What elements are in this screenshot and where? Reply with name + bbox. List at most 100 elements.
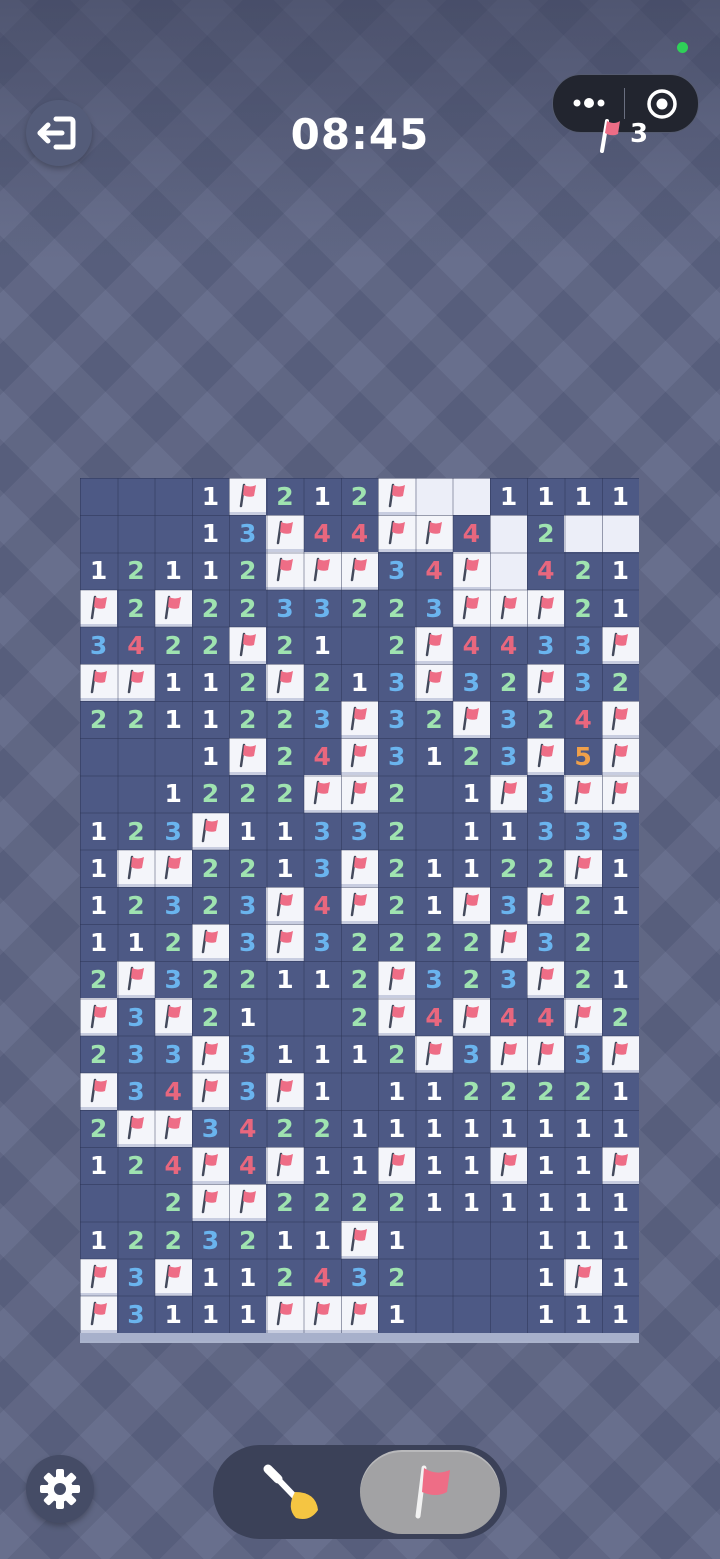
flagged-cell[interactable] <box>80 1072 118 1110</box>
flagged-cell[interactable] <box>601 1147 639 1185</box>
flagged-cell[interactable] <box>601 1035 639 1073</box>
flagged-cell[interactable] <box>117 961 155 999</box>
dig-mode-button[interactable] <box>240 1452 350 1532</box>
flag-icon <box>458 593 484 621</box>
flagged-cell[interactable] <box>303 775 341 813</box>
flagged-cell[interactable] <box>378 1147 416 1185</box>
hidden-cell[interactable] <box>564 515 602 553</box>
flagged-cell[interactable] <box>527 961 565 999</box>
flagged-cell[interactable] <box>340 775 379 813</box>
flag-icon <box>384 518 410 546</box>
hidden-cell[interactable] <box>415 478 453 516</box>
exit-button[interactable] <box>26 100 92 166</box>
flagged-cell[interactable] <box>80 1258 118 1296</box>
flagged-cell[interactable] <box>80 663 118 702</box>
flagged-cell[interactable] <box>415 1035 453 1073</box>
flagged-cell[interactable] <box>229 738 267 776</box>
hidden-cell[interactable] <box>489 515 528 553</box>
flagged-cell[interactable] <box>452 701 490 739</box>
cell-number: 1 <box>611 556 630 586</box>
flagged-cell[interactable] <box>415 626 453 664</box>
flagged-cell[interactable] <box>340 701 379 739</box>
flagged-cell[interactable] <box>266 1072 304 1110</box>
flagged-cell[interactable] <box>303 1295 341 1333</box>
hidden-cell[interactable] <box>489 552 528 590</box>
flagged-cell[interactable] <box>489 1035 528 1073</box>
flagged-cell[interactable] <box>601 775 639 813</box>
cell-number: 3 <box>313 816 331 846</box>
flagged-cell[interactable] <box>489 775 528 813</box>
flagged-cell[interactable] <box>601 701 639 739</box>
hidden-cell[interactable] <box>452 478 490 516</box>
flagged-cell[interactable] <box>452 886 490 925</box>
flagged-cell[interactable] <box>229 478 267 516</box>
flagged-cell[interactable] <box>340 1221 379 1259</box>
flagged-cell[interactable] <box>527 738 565 776</box>
flagged-cell[interactable] <box>452 552 490 590</box>
cell-number: 2 <box>238 705 257 735</box>
flagged-cell[interactable] <box>452 998 490 1036</box>
flagged-cell[interactable] <box>191 1147 230 1185</box>
flagged-cell[interactable] <box>340 1295 379 1333</box>
flagged-cell[interactable] <box>117 1109 155 1148</box>
flagged-cell[interactable] <box>489 924 528 962</box>
flagged-cell[interactable] <box>117 849 155 887</box>
flagged-cell[interactable] <box>80 1295 118 1333</box>
flag-mode-button[interactable] <box>360 1450 500 1534</box>
flagged-cell[interactable] <box>601 738 639 776</box>
flagged-cell[interactable] <box>266 1147 304 1185</box>
flagged-cell[interactable] <box>266 663 304 702</box>
flagged-cell[interactable] <box>80 998 118 1036</box>
cell-number: 3 <box>462 1039 480 1069</box>
flagged-cell[interactable] <box>340 849 379 887</box>
flagged-cell[interactable] <box>266 1295 304 1333</box>
flagged-cell[interactable] <box>564 1258 602 1296</box>
flagged-cell[interactable] <box>452 589 490 627</box>
flagged-cell[interactable] <box>154 849 192 887</box>
flagged-cell[interactable] <box>489 1147 528 1185</box>
flagged-cell[interactable] <box>154 589 192 627</box>
flagged-cell[interactable] <box>191 1184 230 1222</box>
flagged-cell[interactable] <box>415 515 453 553</box>
flagged-cell[interactable] <box>415 663 453 702</box>
flagged-cell[interactable] <box>340 552 379 590</box>
flagged-cell[interactable] <box>154 998 192 1036</box>
flagged-cell[interactable] <box>266 924 304 962</box>
flagged-cell[interactable] <box>229 1184 267 1222</box>
flagged-cell[interactable] <box>378 998 416 1036</box>
flagged-cell[interactable] <box>191 1072 230 1110</box>
flagged-cell[interactable] <box>378 515 416 553</box>
settings-button[interactable] <box>26 1455 94 1523</box>
flagged-cell[interactable] <box>117 663 155 702</box>
flagged-cell[interactable] <box>564 849 602 887</box>
more-icon[interactable] <box>571 93 607 113</box>
flagged-cell[interactable] <box>378 961 416 999</box>
flagged-cell[interactable] <box>266 886 304 925</box>
flagged-cell[interactable] <box>266 515 304 553</box>
flagged-cell[interactable] <box>154 1258 192 1296</box>
number-cell: 4 <box>229 1110 266 1147</box>
flagged-cell[interactable] <box>527 589 565 627</box>
flagged-cell[interactable] <box>229 626 267 664</box>
flagged-cell[interactable] <box>564 775 602 813</box>
flagged-cell[interactable] <box>527 663 565 702</box>
target-icon[interactable] <box>645 87 679 121</box>
flagged-cell[interactable] <box>378 478 416 516</box>
flagged-cell[interactable] <box>303 552 341 590</box>
flagged-cell[interactable] <box>564 998 602 1036</box>
flagged-cell[interactable] <box>154 1109 192 1148</box>
flagged-cell[interactable] <box>191 1035 230 1073</box>
flagged-cell[interactable] <box>340 738 379 776</box>
flagged-cell[interactable] <box>191 924 230 962</box>
number-cell: 1 <box>527 1147 564 1184</box>
flagged-cell[interactable] <box>527 1035 565 1073</box>
hidden-cell[interactable] <box>601 515 639 553</box>
flagged-cell[interactable] <box>266 552 304 590</box>
cell-number: 2 <box>462 1076 480 1106</box>
flagged-cell[interactable] <box>80 589 118 627</box>
flagged-cell[interactable] <box>489 589 528 627</box>
flagged-cell[interactable] <box>601 626 639 664</box>
flagged-cell[interactable] <box>340 886 379 925</box>
flagged-cell[interactable] <box>191 812 230 850</box>
flagged-cell[interactable] <box>527 886 565 925</box>
